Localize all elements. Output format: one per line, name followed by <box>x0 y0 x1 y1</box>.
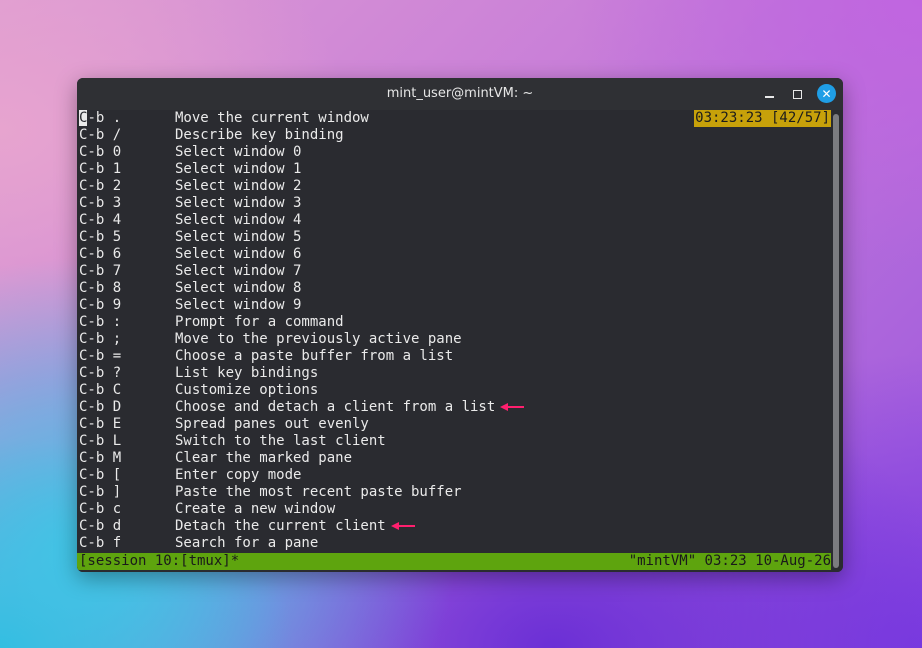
key-binding-description: Select window 1 <box>175 161 302 177</box>
key-binding-key: C-b / <box>79 127 122 143</box>
key-binding-line: C-b D Choose and detach a client from a l… <box>79 399 831 416</box>
left-arrow-icon <box>500 402 525 412</box>
key-binding-description: Select window 5 <box>175 229 302 245</box>
key-binding-line: C-b C Customize options <box>79 382 831 399</box>
minimize-icon <box>764 96 774 98</box>
key-binding-description: Search for a pane <box>175 535 319 551</box>
key-binding-line: C-b ; Move to the previously active pane <box>79 331 831 348</box>
tmux-clock: 03:23:23 [42/57] <box>694 110 831 127</box>
key-binding-description: Choose a paste buffer from a list <box>175 348 454 364</box>
key-binding-description: Move the current window <box>175 110 369 126</box>
maximize-icon <box>792 89 802 99</box>
key-binding-description: Move to the previously active pane <box>175 331 462 347</box>
scrollbar[interactable] <box>833 114 839 568</box>
key-binding-key: C-b f <box>79 535 122 551</box>
minimize-button[interactable] <box>760 85 778 103</box>
key-binding-description: Select window 2 <box>175 178 302 194</box>
key-binding-description: Choose and detach a client from a list <box>175 399 496 415</box>
key-binding-key: C-b D <box>79 399 122 415</box>
window-title: mint_user@mintVM: ~ <box>386 86 534 101</box>
key-binding-key: C-b 5 <box>79 229 122 245</box>
key-binding-key: C-b M <box>79 450 122 466</box>
key-binding-key: C-b 3 <box>79 195 122 211</box>
key-binding-key: C-b d <box>79 518 122 534</box>
key-binding-line: C-b = Choose a paste buffer from a list <box>79 348 831 365</box>
key-binding-key: C-b 8 <box>79 280 122 296</box>
key-binding-line: C-b 0 Select window 0 <box>79 144 831 161</box>
terminal-window: mint_user@mintVM: ~ ✕ C-b . Move the curr… <box>77 78 843 572</box>
key-binding-line: C-b L Switch to the last client <box>79 433 831 450</box>
key-binding-line: C-b c Create a new window <box>79 501 831 518</box>
left-arrow-icon <box>390 521 415 531</box>
key-binding-description: Select window 9 <box>175 297 302 313</box>
key-binding-line: C-b 7 Select window 7 <box>79 263 831 280</box>
key-bindings-list: C-b . Move the current window C-b / Describ… <box>79 110 831 552</box>
key-binding-description: Prompt for a command <box>175 314 344 330</box>
key-binding-description: Describe key binding <box>175 127 344 143</box>
key-binding-description: Switch to the last client <box>175 433 386 449</box>
close-button[interactable]: ✕ <box>817 84 836 103</box>
key-binding-line: C-b 9 Select window 9 <box>79 297 831 314</box>
key-binding-line: C-b [ Enter copy mode <box>79 467 831 484</box>
scrollbar-thumb[interactable] <box>833 114 839 568</box>
key-binding-key: C-b 4 <box>79 212 122 228</box>
key-binding-line: C-b ] Paste the most recent paste buffer <box>79 484 831 501</box>
key-binding-description: Select window 3 <box>175 195 302 211</box>
key-binding-key: C-b ? <box>79 365 122 381</box>
key-binding-description: Select window 7 <box>175 263 302 279</box>
key-binding-key: C-b = <box>79 348 122 364</box>
key-binding-description: Select window 4 <box>175 212 302 228</box>
key-binding-description: Customize options <box>175 382 319 398</box>
title-bar[interactable]: mint_user@mintVM: ~ ✕ <box>77 78 843 110</box>
key-binding-line: C-b 1 Select window 1 <box>79 161 831 178</box>
key-binding-key: C-b c <box>79 501 122 517</box>
key-binding-description: Spread panes out evenly <box>175 416 369 432</box>
key-binding-line: C-b : Prompt for a command <box>79 314 831 331</box>
key-binding-line: C-b d Detach the current client <box>79 518 831 535</box>
key-binding-line: C-b 4 Select window 4 <box>79 212 831 229</box>
tmux-status-bar: [session 10:[tmux]* "mintVM" 03:23 10-Au… <box>77 553 831 570</box>
key-binding-description: Select window 6 <box>175 246 302 262</box>
status-host-time: "mintVM" 03:23 10-Aug-26 <box>628 553 831 569</box>
key-binding-line: C-b 2 Select window 2 <box>79 178 831 195</box>
terminal-cursor: C <box>79 110 88 126</box>
key-binding-key: C-b E <box>79 416 122 432</box>
key-binding-key: C-b ; <box>79 331 122 347</box>
key-binding-key: C-b : <box>79 314 122 330</box>
key-binding-key: C-b [ <box>79 467 122 483</box>
key-binding-key: C-b C <box>79 382 122 398</box>
key-binding-key: C-b . <box>79 110 122 126</box>
key-binding-description: Select window 0 <box>175 144 302 160</box>
key-binding-description: Select window 8 <box>175 280 302 296</box>
key-binding-key: C-b ] <box>79 484 122 500</box>
key-binding-line: C-b ? List key bindings <box>79 365 831 382</box>
key-binding-line: C-b E Spread panes out evenly <box>79 416 831 433</box>
status-session: [session 10:[tmux]* <box>79 553 240 569</box>
key-binding-description: List key bindings <box>175 365 319 381</box>
key-binding-key: C-b 2 <box>79 178 122 194</box>
key-binding-line: C-b M Clear the marked pane <box>79 450 831 467</box>
key-binding-key: C-b 7 <box>79 263 122 279</box>
key-binding-line: C-b / Describe key binding <box>79 127 831 144</box>
key-binding-description: Clear the marked pane <box>175 450 353 466</box>
key-binding-description: Paste the most recent paste buffer <box>175 484 462 500</box>
key-binding-line: C-b 5 Select window 5 <box>79 229 831 246</box>
key-binding-key: C-b L <box>79 433 122 449</box>
maximize-button[interactable] <box>788 85 806 103</box>
close-icon: ✕ <box>821 86 832 101</box>
key-binding-line: C-b 6 Select window 6 <box>79 246 831 263</box>
terminal-area[interactable]: C-b . Move the current window C-b / Describ… <box>77 110 843 572</box>
key-binding-key: C-b 1 <box>79 161 122 177</box>
key-binding-key: C-b 9 <box>79 297 122 313</box>
key-binding-line: C-b f Search for a pane <box>79 535 831 552</box>
key-binding-description: Enter copy mode <box>175 467 302 483</box>
key-binding-line: C-b 8 Select window 8 <box>79 280 831 297</box>
key-binding-description: Create a new window <box>175 501 336 517</box>
key-binding-key: C-b 6 <box>79 246 122 262</box>
key-binding-description: Detach the current client <box>175 518 386 534</box>
key-binding-key: C-b 0 <box>79 144 122 160</box>
key-binding-line: C-b 3 Select window 3 <box>79 195 831 212</box>
